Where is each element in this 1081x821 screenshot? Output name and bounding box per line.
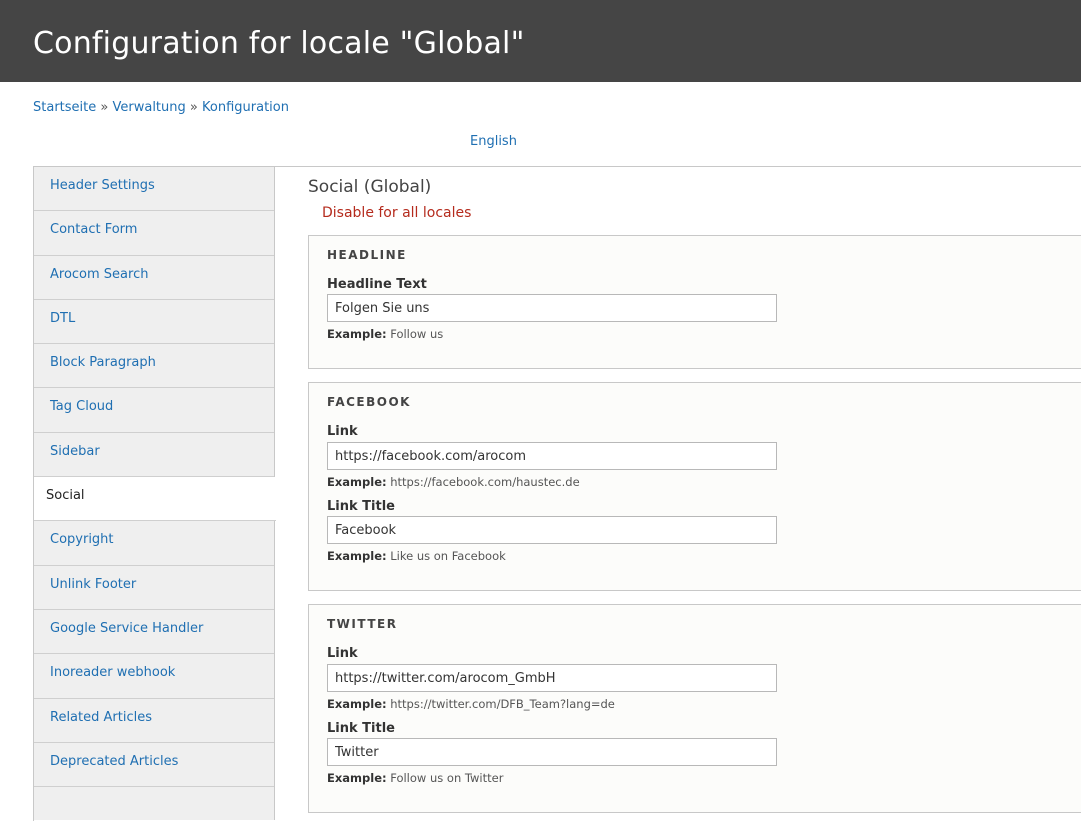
- headline-text-input[interactable]: [327, 294, 777, 322]
- tab-google-service-handler[interactable]: Google Service Handler: [34, 610, 274, 655]
- example-value: Follow us on Twitter: [390, 771, 504, 785]
- twitter-link-title-input[interactable]: [327, 738, 777, 766]
- disable-for-all-locales-link[interactable]: Disable for all locales: [322, 205, 471, 221]
- twitter-fieldset: TWITTER Link Example: https://twitter.co…: [308, 604, 1081, 813]
- headline-text-example: Example: Follow us: [327, 327, 443, 341]
- tab-arocom-search[interactable]: Arocom Search: [34, 256, 274, 300]
- section-title: Social (Global): [308, 177, 432, 197]
- tab-deprecated-articles[interactable]: Deprecated Articles: [34, 743, 274, 788]
- breadcrumb: Startseite » Verwaltung » Konfiguration: [33, 100, 289, 115]
- facebook-link-example: Example: https://facebook.com/haustec.de: [327, 475, 580, 489]
- example-prefix: Example:: [327, 327, 387, 341]
- tab-social[interactable]: Social: [34, 477, 276, 522]
- tab-inoreader-webhook[interactable]: Inoreader webhook: [34, 654, 274, 699]
- breadcrumb-separator: »: [189, 100, 198, 115]
- twitter-link-example: Example: https://twitter.com/DFB_Team?la…: [327, 697, 615, 711]
- twitter-legend: TWITTER: [327, 617, 398, 631]
- tab-copyright[interactable]: Copyright: [34, 521, 274, 566]
- breadcrumb-link-verwaltung[interactable]: Verwaltung: [113, 100, 186, 115]
- page-header: Configuration for locale "Global": [0, 0, 1081, 82]
- breadcrumb-separator: »: [100, 100, 109, 115]
- tab-contact-form[interactable]: Contact Form: [34, 211, 274, 256]
- facebook-fieldset: FACEBOOK Link Example: https://facebook.…: [308, 382, 1081, 591]
- tab-tag-cloud[interactable]: Tag Cloud: [34, 388, 274, 433]
- tab-related-articles[interactable]: Related Articles: [34, 699, 274, 743]
- tab-sidebar[interactable]: Sidebar: [34, 433, 274, 478]
- example-value: https://twitter.com/DFB_Team?lang=de: [390, 697, 615, 711]
- facebook-link-title-input[interactable]: [327, 516, 777, 544]
- facebook-link-title-example: Example: Like us on Facebook: [327, 549, 506, 563]
- facebook-link-input[interactable]: [327, 442, 777, 470]
- example-prefix: Example:: [327, 549, 387, 563]
- vertical-tabs: Header Settings Contact Form Arocom Sear…: [33, 166, 1081, 821]
- vertical-tabs-menu: Header Settings Contact Form Arocom Sear…: [34, 167, 276, 820]
- tab-header-settings[interactable]: Header Settings: [34, 167, 274, 212]
- headline-legend: HEADLINE: [327, 248, 407, 262]
- tab-unlink-footer[interactable]: Unlink Footer: [34, 566, 274, 610]
- facebook-link-title-label: Link Title: [327, 499, 395, 514]
- breadcrumb-link-startseite[interactable]: Startseite: [33, 100, 96, 115]
- twitter-link-title-label: Link Title: [327, 721, 395, 736]
- breadcrumb-link-konfiguration[interactable]: Konfiguration: [202, 100, 289, 115]
- example-value: Follow us: [390, 327, 444, 341]
- page-title: Configuration for locale "Global": [33, 26, 525, 61]
- tab-block-paragraph[interactable]: Block Paragraph: [34, 344, 274, 389]
- headline-fieldset: HEADLINE Headline Text Example: Follow u…: [308, 235, 1081, 369]
- facebook-link-label: Link: [327, 424, 358, 439]
- tab-content-social: Social (Global) Disable for all locales …: [308, 167, 1081, 821]
- example-prefix: Example:: [327, 771, 387, 785]
- twitter-link-label: Link: [327, 646, 358, 661]
- twitter-link-title-example: Example: Follow us on Twitter: [327, 771, 503, 785]
- example-prefix: Example:: [327, 475, 387, 489]
- example-value: Like us on Facebook: [390, 549, 506, 563]
- example-value: https://facebook.com/haustec.de: [390, 475, 580, 489]
- twitter-link-input[interactable]: [327, 664, 777, 692]
- example-prefix: Example:: [327, 697, 387, 711]
- tab-dtl[interactable]: DTL: [34, 300, 274, 345]
- facebook-legend: FACEBOOK: [327, 395, 411, 409]
- language-switch-link[interactable]: English: [470, 134, 517, 149]
- headline-text-label: Headline Text: [327, 277, 427, 292]
